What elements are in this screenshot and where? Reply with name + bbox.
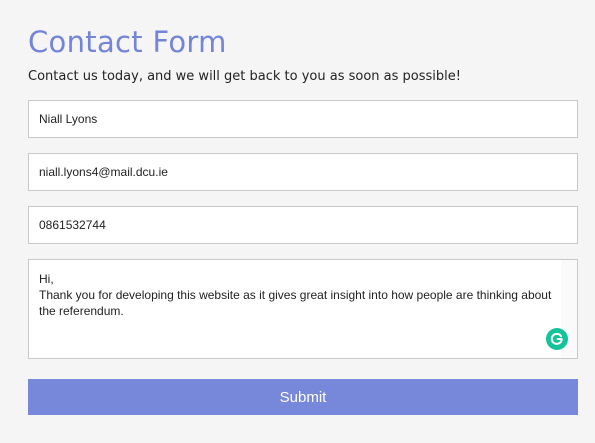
submit-button[interactable]: Submit: [28, 379, 578, 415]
email-field[interactable]: niall.lyons4@mail.dcu.ie: [28, 153, 578, 191]
name-field[interactable]: Niall Lyons: [28, 100, 578, 138]
contact-page: Contact Form Contact us today, and we wi…: [0, 0, 595, 443]
page-title: Contact Form: [28, 25, 227, 59]
page-subtitle: Contact us today, and we will get back t…: [28, 69, 461, 84]
phone-field-value: 0861532744: [39, 218, 106, 232]
grammarly-icon[interactable]: [546, 328, 568, 350]
grammarly-glyph: [550, 332, 563, 345]
message-field-value: Hi, Thank you for developing this websit…: [39, 272, 552, 318]
email-field-value: niall.lyons4@mail.dcu.ie: [39, 165, 168, 179]
message-field[interactable]: Hi, Thank you for developing this websit…: [28, 259, 578, 359]
phone-field[interactable]: 0861532744: [28, 206, 578, 244]
name-field-value: Niall Lyons: [39, 112, 98, 126]
